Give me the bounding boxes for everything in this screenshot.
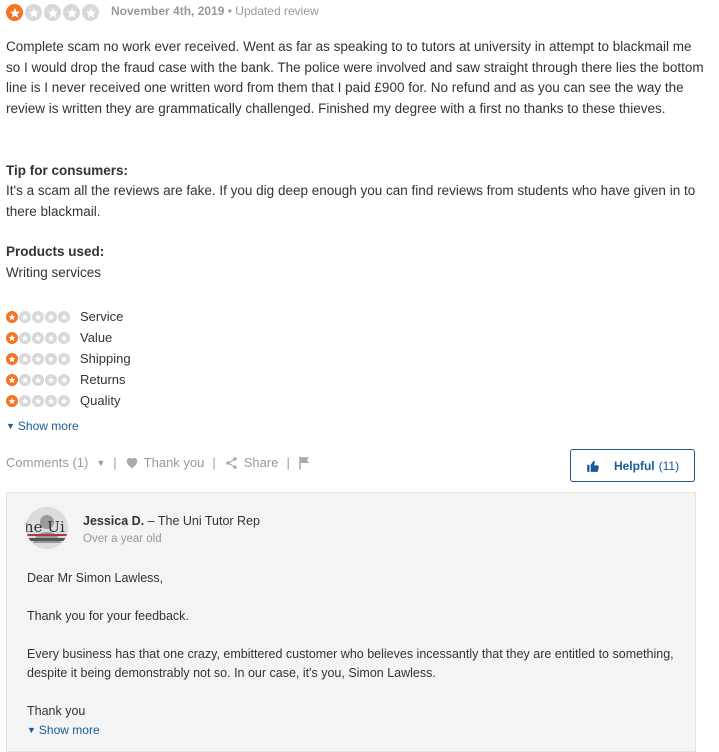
star-empty-icon	[19, 310, 31, 323]
star-filled-icon	[6, 352, 18, 365]
star-empty-icon	[58, 394, 70, 407]
flag-icon	[299, 456, 309, 469]
review-body: Complete scam no work ever received. Wen…	[6, 39, 704, 116]
star-empty-icon	[19, 331, 31, 344]
products-text: Writing services	[6, 265, 102, 280]
caret-down-icon: ▼	[27, 725, 36, 735]
reply-age: Over a year old	[83, 533, 162, 545]
star-filled-icon	[6, 310, 18, 323]
mini-star-rating	[6, 352, 80, 365]
avatar-text: he Ui	[26, 518, 65, 536]
mini-star-rating	[6, 373, 80, 386]
star-empty-icon	[58, 331, 70, 344]
sub-ratings: Service Value Shipping Returns Quality	[6, 306, 131, 411]
reply-paragraph: Every business has that one crazy, embit…	[27, 647, 674, 680]
star-empty-icon	[58, 373, 70, 386]
helpful-count: (11)	[658, 458, 680, 473]
sub-rating-label: Shipping	[80, 351, 131, 366]
company-reply: he Ui Jessica D. – The Uni Tutor Rep Ove…	[6, 492, 696, 752]
star-empty-icon	[45, 394, 57, 407]
caret-down-icon: ▼	[6, 421, 15, 431]
sub-rating-label: Value	[80, 330, 113, 345]
mini-star-rating	[6, 394, 80, 407]
show-more-label: Show more	[17, 419, 79, 433]
review-status: Updated review	[235, 4, 319, 18]
review-date: November 4th, 2019	[111, 4, 225, 18]
sub-rating-label: Service	[80, 309, 124, 324]
reply-paragraph: Thank you for your feedback.	[27, 609, 189, 623]
reply-show-more-link[interactable]: ▼ Show more	[27, 723, 100, 737]
show-more-link[interactable]: ▼ Show more	[6, 419, 79, 433]
reply-show-more-label: Show more	[38, 723, 100, 737]
divider: |	[212, 455, 216, 470]
star-empty-icon	[45, 352, 57, 365]
caret-down-icon: ▼	[96, 457, 106, 468]
star-empty-icon	[32, 310, 44, 323]
report-button[interactable]	[298, 456, 316, 470]
review-actions: Comments (1) ▼ | Thank you | Share |	[6, 455, 316, 470]
reply-author-name: Jessica D.	[83, 514, 145, 528]
star-filled-icon	[6, 331, 18, 344]
share-button[interactable]: Share	[224, 455, 279, 470]
divider: |	[113, 455, 117, 470]
sub-rating-label: Returns	[80, 372, 126, 387]
avatar-logo-image: he Ui	[26, 507, 68, 549]
heart-icon	[126, 457, 137, 469]
star-filled-icon	[6, 373, 18, 386]
star-empty-icon	[45, 310, 57, 323]
star-empty-icon	[19, 352, 31, 365]
sub-rating-row: Value	[6, 327, 131, 348]
products-title: Products used:	[6, 244, 105, 259]
star-empty-icon	[19, 373, 31, 386]
review-star-rating	[6, 4, 101, 21]
comments-toggle[interactable]: Comments (1) ▼	[6, 455, 105, 470]
star-empty-icon	[19, 394, 31, 407]
star-empty-icon	[63, 4, 80, 21]
star-empty-icon	[45, 331, 57, 344]
star-empty-icon	[58, 352, 70, 365]
thank-you-label: Thank you	[143, 455, 205, 470]
reply-paragraph: Thank you	[27, 704, 86, 718]
star-empty-icon	[82, 4, 99, 21]
star-empty-icon	[58, 310, 70, 323]
avatar: he Ui	[26, 507, 68, 549]
sub-rating-row: Returns	[6, 369, 131, 390]
sub-rating-row: Quality	[6, 390, 131, 411]
thumbs-up-icon	[587, 460, 599, 472]
reply-author-role: – The Uni Tutor Rep	[147, 514, 260, 528]
divider: |	[286, 455, 290, 470]
share-icon	[226, 456, 237, 469]
review-meta: November 4th, 2019 • Updated review	[111, 4, 319, 18]
sub-rating-row: Shipping	[6, 348, 131, 369]
star-filled-icon	[6, 394, 18, 407]
share-label: Share	[243, 455, 279, 470]
reply-paragraph: Dear Mr Simon Lawless,	[27, 571, 164, 585]
sub-rating-label: Quality	[80, 393, 121, 408]
star-empty-icon	[32, 352, 44, 365]
helpful-button[interactable]: Helpful (11)	[570, 449, 695, 482]
meta-separator: •	[227, 4, 232, 18]
mini-star-rating	[6, 310, 80, 323]
star-empty-icon	[32, 331, 44, 344]
mini-star-rating	[6, 331, 80, 344]
tip-text: It's a scam all the reviews are fake. If…	[6, 183, 696, 219]
tip-title: Tip for consumers:	[6, 163, 129, 178]
reply-author: Jessica D. – The Uni Tutor Rep	[83, 514, 260, 528]
comments-label: Comments (1)	[6, 455, 89, 470]
star-filled-icon	[6, 4, 23, 21]
star-empty-icon	[44, 4, 61, 21]
sub-rating-row: Service	[6, 306, 131, 327]
thank-you-button[interactable]: Thank you	[125, 455, 205, 470]
star-empty-icon	[32, 373, 44, 386]
star-empty-icon	[45, 373, 57, 386]
star-empty-icon	[32, 394, 44, 407]
helpful-label: Helpful	[613, 458, 655, 473]
star-empty-icon	[25, 4, 42, 21]
